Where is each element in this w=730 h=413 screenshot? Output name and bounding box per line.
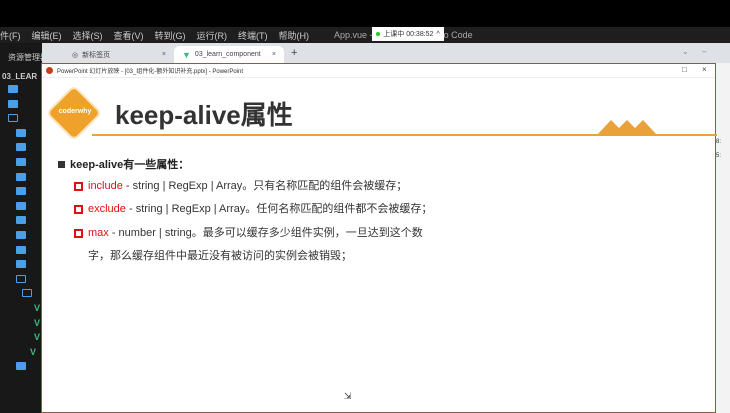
vue-file-icon: V	[34, 303, 41, 313]
menu-file[interactable]: 件(F)	[0, 29, 21, 42]
item-text: - number | string。最多可以缓存多少组件实例，一旦达到这个数	[108, 227, 423, 239]
vue-icon: ▼	[182, 49, 191, 60]
powerpoint-icon	[46, 67, 53, 74]
red-square-bullet-icon	[74, 229, 83, 238]
menu-terminal[interactable]: 终端(T)	[238, 29, 268, 42]
menu-help[interactable]: 帮助(H)	[279, 29, 310, 42]
explorer-tree-item[interactable]	[16, 213, 26, 227]
top-black-bar	[0, 0, 730, 27]
explorer-tree-item[interactable]	[16, 184, 26, 198]
folder-icon	[8, 85, 18, 93]
vue-file-icon: V	[30, 346, 37, 357]
new-tab-button[interactable]: +	[291, 47, 297, 59]
red-square-bullet-icon	[74, 182, 83, 191]
explorer-tree-item[interactable]	[16, 243, 26, 257]
menu-run[interactable]: 运行(R)	[197, 29, 228, 42]
explorer-tree-item[interactable]	[16, 155, 26, 169]
recording-indicator[interactable]: 上课中 00:38:52 ^	[372, 27, 444, 41]
ppt-titlebar: PowerPoint 幻灯片放映 - [03_组件化-额外知识补充.pptx] …	[42, 64, 715, 78]
list-item-exclude: exclude - string | RegExp | Array。任何名称匹配…	[74, 198, 432, 221]
folder-icon	[16, 245, 26, 254]
recording-label: 上课中 00:38:52	[383, 31, 434, 38]
red-square-bullet-icon	[74, 205, 83, 214]
explorer-tree-item[interactable]	[16, 228, 26, 242]
list-item-include: include - string | RegExp | Array。只有名称匹配…	[74, 175, 407, 198]
ppt-window-title: PowerPoint 幻灯片放映 - [03_组件化-额外知识补充.pptx] …	[57, 69, 244, 75]
list-item-max: max - number | string。最多可以缓存多少组件实例，一旦达到这…	[74, 222, 423, 268]
mouse-cursor-icon: ⇲	[344, 391, 352, 401]
right-text: 8:	[716, 139, 722, 145]
close-icon[interactable]: ×	[702, 65, 707, 74]
keyword: include	[88, 180, 123, 192]
folder-icon	[16, 260, 26, 269]
powerpoint-window: PowerPoint 幻灯片放映 - [03_组件化-额外知识补充.pptx] …	[41, 63, 717, 413]
keyword: exclude	[88, 203, 126, 215]
folder-icon	[8, 114, 18, 123]
folder-icon	[16, 158, 26, 166]
explorer-tree-item[interactable]	[16, 359, 26, 373]
right-text: 5:	[716, 153, 722, 159]
explorer-tree-item[interactable]	[16, 140, 26, 154]
explorer-tree-item[interactable]	[22, 286, 32, 300]
vscode-right-panel: 8: 5:	[715, 63, 730, 413]
explorer-tree-item[interactable]	[8, 82, 18, 96]
explorer-tree-item[interactable]	[8, 97, 18, 111]
menu-view[interactable]: 查看(V)	[114, 29, 144, 42]
chevron-down-icon[interactable]: ⌄	[682, 47, 689, 56]
explorer-tree-item[interactable]: V	[34, 330, 40, 344]
chevron-up-icon[interactable]: ^	[436, 31, 439, 38]
tab-label: 03_learn_component	[194, 51, 261, 58]
explorer-tree-item[interactable]: V	[34, 316, 40, 330]
menu-edit[interactable]: 编辑(E)	[32, 29, 62, 42]
tab-03-learn-component[interactable]: ▼ 03_learn_component ×	[174, 46, 284, 63]
item-text: - string | RegExp | Array。任何名称匹配的组件都不会被缓…	[125, 203, 433, 215]
main-bullet-text: keep-alive有一些属性：	[70, 159, 190, 171]
vscode-menubar: 件(F) 编辑(E) 选择(S) 查看(V) 转到(G) 运行(R) 终端(T)…	[0, 27, 730, 43]
explorer-tree-item[interactable]	[16, 170, 26, 184]
logo-text: coderwhy	[58, 108, 92, 115]
folder-icon	[16, 143, 26, 152]
explorer-tree-item[interactable]	[16, 272, 26, 286]
vue-file-icon: V	[34, 332, 41, 343]
folder-icon	[16, 187, 26, 196]
folder-icon	[16, 231, 26, 239]
folder-icon	[16, 128, 26, 137]
explorer-tree-item[interactable]: V	[30, 345, 36, 359]
main-bullet: keep-alive有一些属性：	[58, 156, 189, 172]
item-text: - string | RegExp | Array。只有名称匹配的组件会被缓存；	[122, 180, 408, 192]
browser-tab-bar: ◎ 新标签页 × ▼ 03_learn_component × + ⌄ –	[42, 43, 730, 63]
folder-icon	[16, 201, 26, 210]
recording-dot-icon	[376, 32, 381, 36]
project-root[interactable]: 03_LEAR	[2, 72, 37, 81]
mountain-decoration-icon	[597, 120, 657, 135]
keyword: max	[88, 227, 109, 239]
tab-label: 新标签页	[82, 51, 111, 59]
item-text-continued: 字，那么缓存组件中最近没有被访问的实例会被销毁；	[88, 250, 352, 262]
explorer-tree-item[interactable]: V	[34, 301, 40, 315]
square-bullet-icon	[58, 160, 65, 168]
vue-file-icon: V	[34, 317, 41, 328]
minimize-icon[interactable]: –	[702, 47, 706, 56]
folder-icon	[16, 362, 26, 371]
chrome-icon: ◎	[72, 51, 79, 59]
folder-icon	[22, 289, 32, 298]
slide-title: keep-alive属性	[115, 100, 293, 130]
folder-icon	[16, 172, 26, 181]
folder-icon	[16, 274, 26, 283]
folder-icon	[8, 99, 18, 108]
tab-new-tab[interactable]: ◎ 新标签页 ×	[64, 46, 174, 63]
explorer-tree-item[interactable]	[8, 111, 18, 125]
menu-go[interactable]: 转到(G)	[155, 29, 186, 42]
close-icon[interactable]: ×	[272, 51, 276, 58]
folder-icon	[16, 216, 26, 225]
title-divider	[92, 134, 717, 136]
explorer-tree-item[interactable]	[16, 257, 26, 271]
restore-icon[interactable]: □	[682, 65, 687, 74]
menu-selection[interactable]: 选择(S)	[73, 29, 103, 42]
close-icon[interactable]: ×	[162, 51, 166, 58]
explorer-tree-item[interactable]	[16, 126, 26, 140]
explorer-tree-item[interactable]	[16, 199, 26, 213]
